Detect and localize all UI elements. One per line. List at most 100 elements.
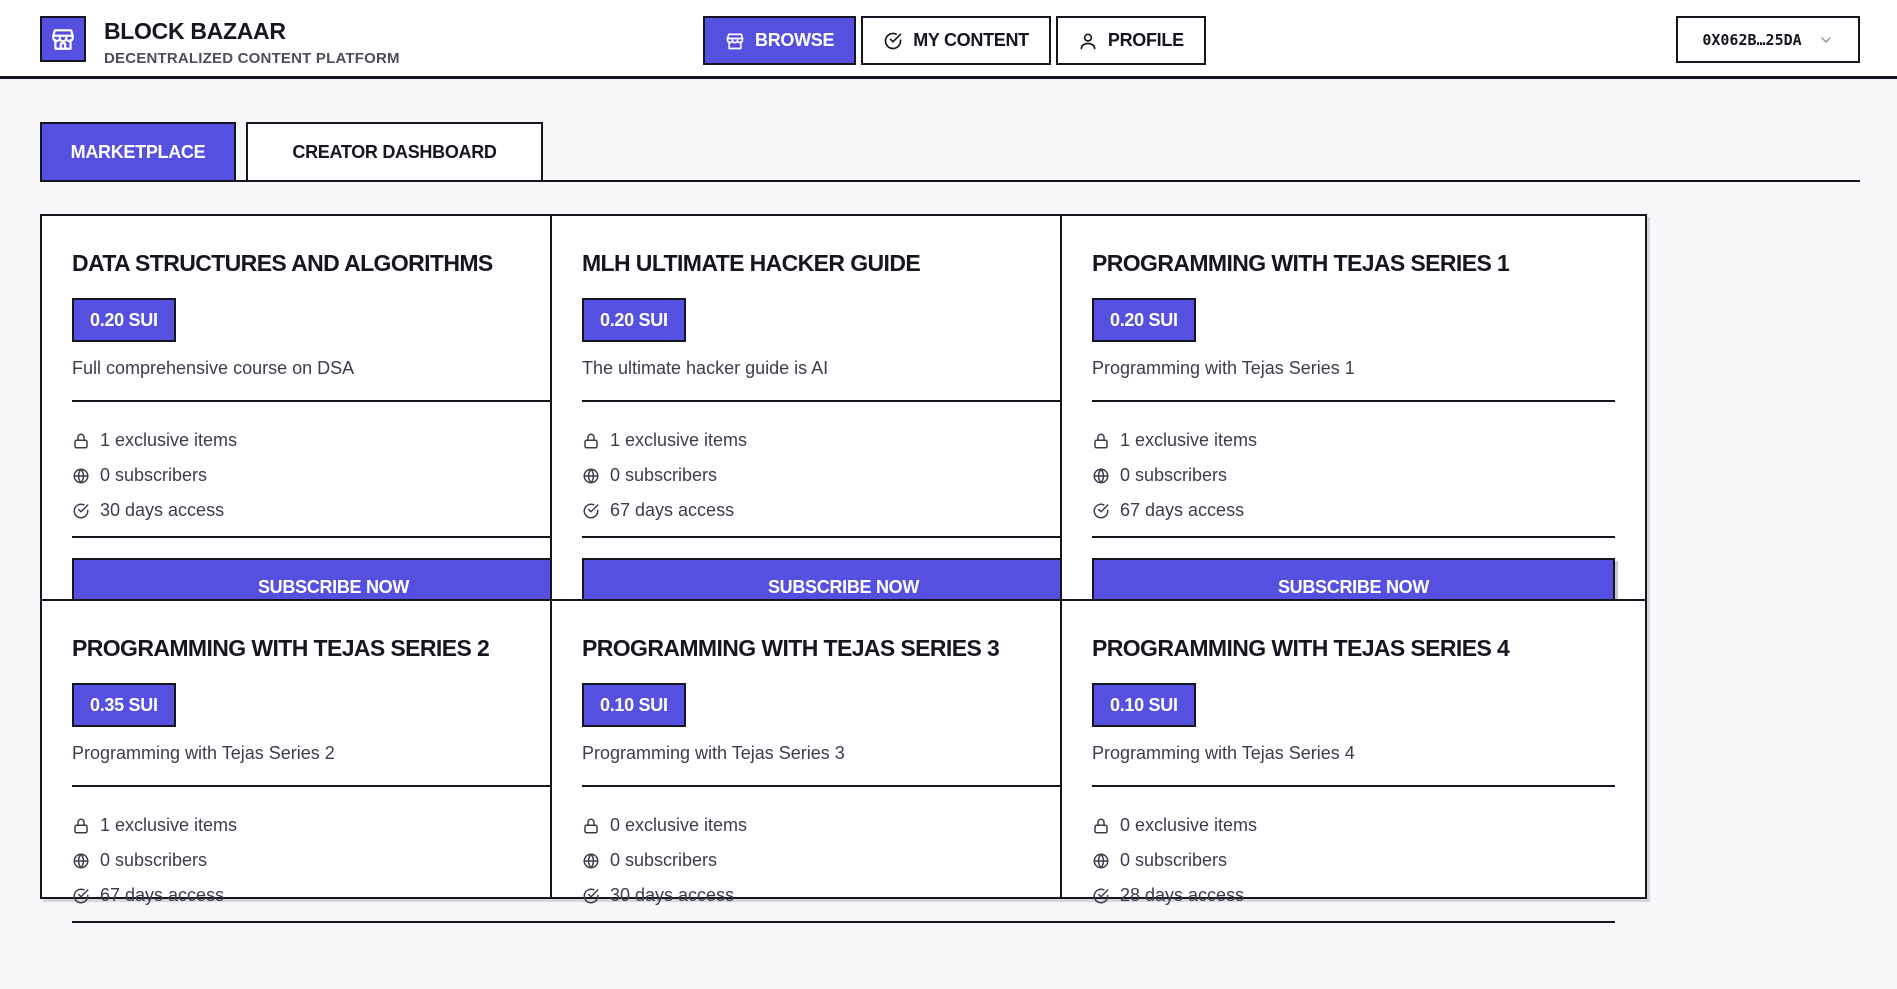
card-stats: 1 exclusive items 0 subscribers 67 days …	[1092, 423, 1257, 528]
tab-creator-dashboard-label: CREATOR DASHBOARD	[292, 141, 497, 162]
card-divider-bottom	[1092, 536, 1615, 538]
check-circle-icon	[73, 503, 89, 518]
lock-icon	[1094, 433, 1108, 448]
exclusive-items-stat: 1 exclusive items	[72, 808, 237, 843]
card-title: PROGRAMMING WITH TEJAS SERIES 3	[582, 635, 1000, 661]
card-divider	[1092, 400, 1615, 402]
globe-icon	[583, 853, 599, 868]
top-header: BLOCK BAZAAR DECENTRALIZED CONTENT PLATF…	[0, 0, 1897, 79]
content-card: PROGRAMMING WITH TEJAS SERIES 2 0.35 SUI…	[40, 599, 627, 923]
tab-marketplace-label: MARKETPLACE	[70, 141, 206, 162]
card-description: The ultimate hacker guide is AI	[582, 358, 829, 378]
globe-icon	[73, 468, 89, 483]
access-duration-stat: 67 days access	[1092, 493, 1257, 528]
wallet-address: 0X062B…25DA	[1702, 30, 1802, 49]
subscribers-stat: 0 subscribers	[1092, 458, 1257, 493]
lock-icon	[74, 818, 88, 833]
price-badge: 0.10 SUI	[582, 683, 686, 727]
content-card: PROGRAMMING WITH TEJAS SERIES 4 0.10 SUI…	[1060, 599, 1647, 923]
exclusive-items-text: 1 exclusive items	[610, 430, 748, 450]
exclusive-items-text: 0 exclusive items	[1120, 815, 1258, 835]
price-badge: 0.10 SUI	[1092, 683, 1196, 727]
wallet-dropdown[interactable]: 0X062B…25DA	[1676, 16, 1860, 63]
main-nav: BROWSE MY CONTENT PROFILE	[703, 16, 1206, 65]
card-title: MLH ULTIMATE HACKER GUIDE	[582, 250, 921, 276]
card-title: PROGRAMMING WITH TEJAS SERIES 2	[72, 635, 490, 661]
check-circle-icon	[1093, 503, 1109, 518]
card-stats: 0 exclusive items 0 subscribers 28 days …	[1092, 808, 1257, 913]
access-duration-text: 30 days access	[610, 885, 735, 905]
content-card: DATA STRUCTURES AND ALGORITHMS 0.20 SUI …	[40, 214, 627, 650]
card-title: PROGRAMMING WITH TEJAS SERIES 4	[1092, 635, 1510, 661]
tab-creator-dashboard[interactable]: CREATOR DASHBOARD	[246, 122, 543, 182]
price-badge: 0.20 SUI	[72, 298, 176, 342]
store-logo-icon[interactable]	[40, 16, 86, 62]
access-duration-stat: 67 days access	[72, 878, 237, 913]
tab-marketplace[interactable]: MARKETPLACE	[40, 122, 236, 182]
card-divider	[1092, 785, 1615, 787]
card-stats: 1 exclusive items 0 subscribers 30 days …	[72, 423, 237, 528]
check-circle-icon	[583, 503, 599, 518]
globe-icon	[1093, 468, 1109, 483]
card-description: Programming with Tejas Series 4	[1092, 743, 1355, 763]
card-divider	[582, 400, 1105, 402]
card-divider-bottom	[72, 921, 595, 923]
card-divider-bottom	[72, 536, 595, 538]
nav-profile-button[interactable]: PROFILE	[1055, 16, 1206, 65]
subscribers-text: 0 subscribers	[100, 850, 208, 870]
access-duration-text: 67 days access	[100, 885, 225, 905]
globe-icon	[583, 468, 599, 483]
card-divider	[582, 785, 1105, 787]
exclusive-items-stat: 1 exclusive items	[72, 423, 237, 458]
subscribers-text: 0 subscribers	[1120, 850, 1228, 870]
nav-browse-button[interactable]: BROWSE	[703, 16, 857, 65]
card-description: Programming with Tejas Series 3	[582, 743, 845, 763]
content-card: PROGRAMMING WITH TEJAS SERIES 1 0.20 SUI…	[1060, 214, 1647, 650]
subscribers-stat: 0 subscribers	[582, 843, 747, 878]
globe-icon	[73, 853, 89, 868]
price-badge: 0.20 SUI	[582, 298, 686, 342]
view-tabs: MARKETPLACE CREATOR DASHBOARD	[40, 122, 1860, 184]
card-title: DATA STRUCTURES AND ALGORITHMS	[72, 250, 493, 276]
access-duration-stat: 30 days access	[72, 493, 237, 528]
card-divider-bottom	[582, 536, 1105, 538]
subscribers-stat: 0 subscribers	[72, 843, 237, 878]
subscribers-text: 0 subscribers	[1120, 465, 1228, 485]
globe-icon	[1093, 853, 1109, 868]
check-circle-icon	[884, 32, 902, 49]
lock-icon	[584, 818, 598, 833]
nav-my-content-button[interactable]: MY CONTENT	[861, 16, 1051, 65]
subscribers-stat: 0 subscribers	[1092, 843, 1257, 878]
card-description: Programming with Tejas Series 2	[72, 743, 335, 763]
app-title: BLOCK BAZAAR	[104, 18, 286, 44]
nav-browse-label: BROWSE	[755, 30, 835, 50]
access-duration-text: 67 days access	[610, 500, 735, 520]
nav-profile-label: PROFILE	[1107, 30, 1184, 50]
card-stats: 0 exclusive items 0 subscribers 30 days …	[582, 808, 747, 913]
card-divider-bottom	[1092, 921, 1615, 923]
card-divider-bottom	[582, 921, 1105, 923]
card-divider	[72, 400, 595, 402]
subscribers-text: 0 subscribers	[100, 465, 208, 485]
access-duration-stat: 28 days access	[1092, 878, 1257, 913]
card-title: PROGRAMMING WITH TEJAS SERIES 1	[1092, 250, 1510, 276]
exclusive-items-stat: 1 exclusive items	[582, 423, 747, 458]
access-duration-stat: 30 days access	[582, 878, 747, 913]
card-stats: 1 exclusive items 0 subscribers 67 days …	[582, 423, 747, 528]
access-duration-text: 28 days access	[1120, 885, 1245, 905]
user-icon	[1080, 33, 1096, 49]
price-badge: 0.20 SUI	[1092, 298, 1196, 342]
lock-icon	[1094, 818, 1108, 833]
nav-my-content-label: MY CONTENT	[913, 30, 1029, 50]
exclusive-items-stat: 1 exclusive items	[1092, 423, 1257, 458]
card-description: Full comprehensive course on DSA	[72, 358, 355, 378]
access-duration-text: 30 days access	[100, 500, 225, 520]
exclusive-items-text: 1 exclusive items	[100, 430, 238, 450]
card-divider	[72, 785, 595, 787]
exclusive-items-text: 1 exclusive items	[1120, 430, 1258, 450]
check-circle-icon	[1093, 888, 1109, 903]
check-circle-icon	[73, 888, 89, 903]
content-card: PROGRAMMING WITH TEJAS SERIES 3 0.10 SUI…	[550, 599, 1137, 923]
card-stats: 1 exclusive items 0 subscribers 67 days …	[72, 808, 237, 913]
exclusive-items-stat: 0 exclusive items	[582, 808, 747, 843]
